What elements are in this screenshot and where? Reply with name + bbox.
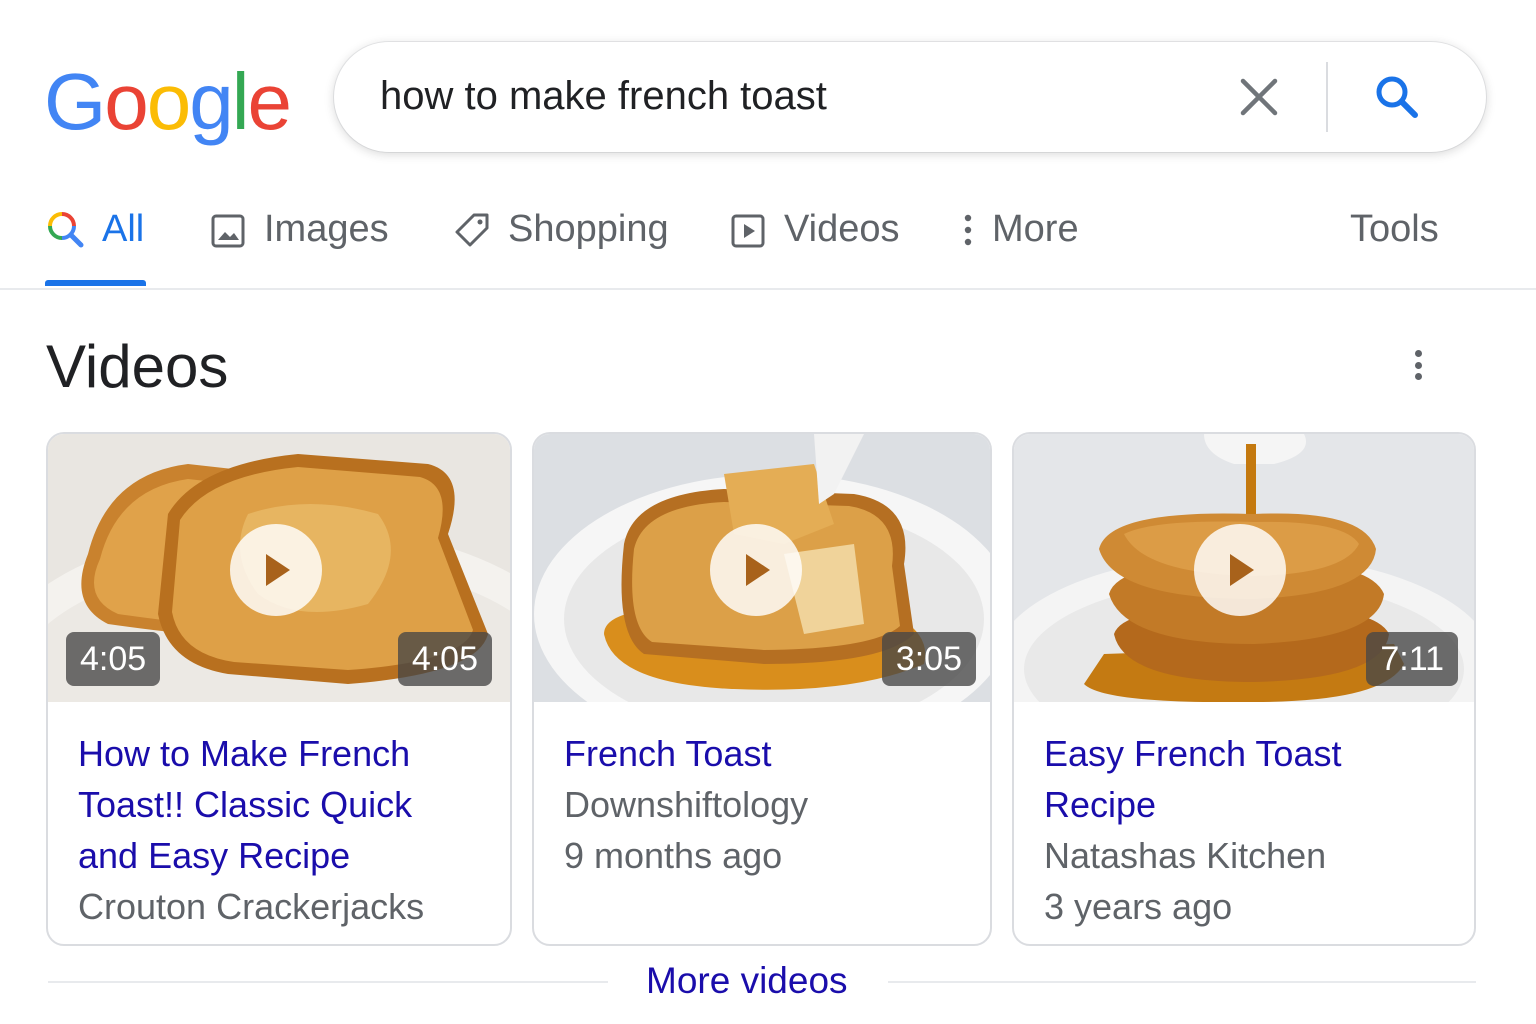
- tab-label: All: [102, 208, 145, 250]
- more-vert-icon: [1414, 350, 1422, 357]
- logo-letter: e: [247, 57, 292, 146]
- tab-all[interactable]: All: [46, 208, 144, 251]
- search-icon: [48, 211, 84, 247]
- search-tabs: All Images Shopping Videos More Tools: [0, 190, 1536, 290]
- play-button[interactable]: [230, 524, 322, 616]
- logo-letter: l: [231, 57, 250, 146]
- search-input[interactable]: how to make french toast: [380, 74, 827, 119]
- video-title[interactable]: Easy French Toast Recipe: [1044, 728, 1444, 830]
- video-card[interactable]: 7:11 Easy French Toast Recipe Natashas K…: [1012, 432, 1476, 946]
- google-logo[interactable]: Google: [44, 57, 292, 146]
- tab-label: Tools: [1350, 208, 1439, 250]
- video-thumbnail[interactable]: 7:11: [1014, 434, 1474, 702]
- logo-letter: G: [44, 57, 106, 146]
- duration-badge: 4:05: [397, 632, 492, 686]
- duration-badge: 4:05: [66, 632, 161, 686]
- tab-tools[interactable]: Tools: [1350, 208, 1439, 251]
- section-menu-button[interactable]: [1400, 340, 1436, 390]
- tab-label: Images: [264, 208, 389, 250]
- duration-badge: 7:11: [1366, 632, 1458, 686]
- play-button[interactable]: [1194, 524, 1286, 616]
- more-vert-icon: [1414, 361, 1422, 369]
- play-icon: [266, 554, 290, 586]
- divider: [888, 981, 1476, 983]
- video-card[interactable]: 3:05 French Toast Downshiftology 9 month…: [532, 432, 992, 946]
- clear-search-button[interactable]: [1234, 72, 1284, 122]
- tab-images[interactable]: Images: [208, 208, 389, 251]
- tab-videos[interactable]: Videos: [728, 208, 900, 251]
- video-card[interactable]: 4:05 4:05 How to Make French Toast!! Cla…: [46, 432, 512, 946]
- video-title[interactable]: How to Make French Toast!! Classic Quick…: [78, 728, 480, 881]
- tab-label: Shopping: [508, 208, 669, 250]
- video-thumbnail[interactable]: 4:05 4:05: [48, 434, 510, 702]
- video-title[interactable]: French Toast: [564, 728, 960, 779]
- logo-letter: o: [104, 57, 148, 146]
- section-title: Videos: [46, 333, 229, 400]
- more-vert-icon: [1414, 373, 1422, 380]
- divider: [48, 981, 608, 983]
- search-button[interactable]: [1370, 70, 1424, 124]
- video-age: 3 years ago: [1044, 886, 1233, 927]
- search-divider: [1326, 62, 1328, 132]
- play-icon: [746, 554, 770, 586]
- duration-badge: 3:05: [881, 632, 976, 686]
- more-videos-link[interactable]: More videos: [646, 960, 848, 1002]
- tab-label: Videos: [784, 208, 900, 250]
- play-box-icon: [731, 214, 765, 247]
- more-vert-icon: [964, 214, 972, 245]
- tag-icon: [455, 213, 489, 246]
- tab-shopping[interactable]: Shopping: [452, 208, 669, 251]
- video-channel: Natashas Kitchen: [1044, 835, 1327, 876]
- play-icon: [1230, 554, 1254, 586]
- video-thumbnail[interactable]: 3:05: [534, 434, 990, 702]
- search-icon: [1376, 76, 1418, 118]
- play-button[interactable]: [710, 524, 802, 616]
- video-channel: Downshiftology: [564, 784, 809, 825]
- active-tab-indicator: [45, 280, 146, 286]
- image-icon: [211, 214, 245, 247]
- logo-letter: g: [189, 57, 233, 146]
- tab-label: More: [992, 208, 1079, 250]
- tab-more[interactable]: More: [956, 208, 1079, 251]
- more-videos-row: More videos: [48, 960, 1476, 1006]
- search-box[interactable]: how to make french toast: [334, 42, 1486, 152]
- close-icon: [1240, 78, 1278, 116]
- logo-letter: o: [146, 57, 191, 146]
- video-age: 9 months ago: [564, 835, 783, 876]
- video-channel: Crouton Crackerjacks: [78, 886, 425, 927]
